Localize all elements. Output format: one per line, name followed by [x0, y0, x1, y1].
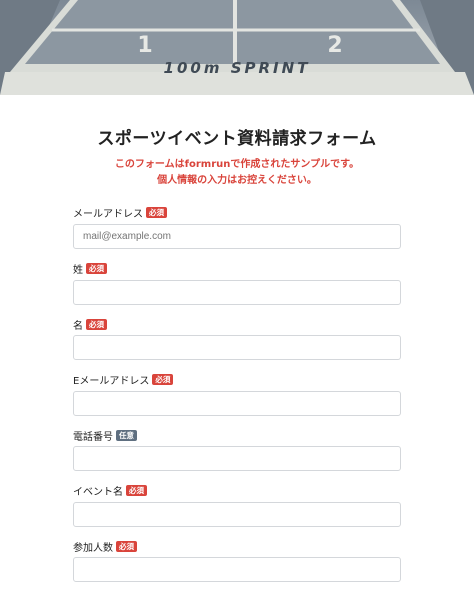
field-label-text: 参加人数 — [73, 543, 113, 554]
field-label-last-name: 姓 必須 — [73, 261, 107, 276]
event-name-input[interactable] — [73, 502, 401, 527]
form-title: スポーツイベント資料請求フォーム — [97, 129, 377, 149]
lane-number-2: 2 — [327, 33, 342, 58]
optional-badge: 任意 — [116, 430, 137, 441]
required-badge: 必須 — [126, 485, 147, 496]
field-label-text: メールアドレス — [73, 209, 143, 220]
track-illustration: 1 2 100m SPRINT — [0, 0, 474, 95]
field-label-email: Eメールアドレス 必須 — [73, 372, 174, 387]
phone-input[interactable] — [73, 446, 401, 471]
privacy-note: 個人情報の入力はお控えください。 — [157, 175, 317, 186]
field-label-participants: 参加人数 必須 — [73, 539, 137, 554]
required-badge: 必須 — [86, 263, 107, 274]
mail-input[interactable] — [73, 224, 401, 249]
field-label-text: 姓 — [73, 265, 83, 276]
field-label-phone: 電話番号 任意 — [73, 428, 137, 443]
field-label-text: Eメールアドレス — [73, 376, 150, 387]
participants-input[interactable] — [73, 557, 401, 582]
field-label-text: 電話番号 — [73, 432, 113, 443]
hero-image: 1 2 100m SPRINT — [0, 0, 474, 95]
field-label-text: 名 — [73, 321, 83, 332]
field-label-first-name: 名 必須 — [73, 317, 107, 332]
required-badge: 必須 — [116, 541, 137, 552]
sample-note: このフォームはformrunで作成されたサンプルです。 — [114, 159, 360, 170]
track-text: 100m SPRINT — [164, 59, 311, 77]
required-badge: 必須 — [86, 319, 107, 330]
required-badge: 必須 — [146, 207, 167, 218]
field-label-mail: メールアドレス 必須 — [73, 205, 167, 220]
email-input[interactable] — [73, 391, 401, 416]
field-label-text: イベント名 — [73, 487, 123, 498]
lane-number-1: 1 — [137, 33, 152, 58]
required-badge: 必須 — [152, 374, 174, 385]
field-label-event-name: イベント名 必須 — [73, 483, 147, 498]
first-name-input[interactable] — [73, 335, 401, 360]
last-name-input[interactable] — [73, 280, 401, 305]
